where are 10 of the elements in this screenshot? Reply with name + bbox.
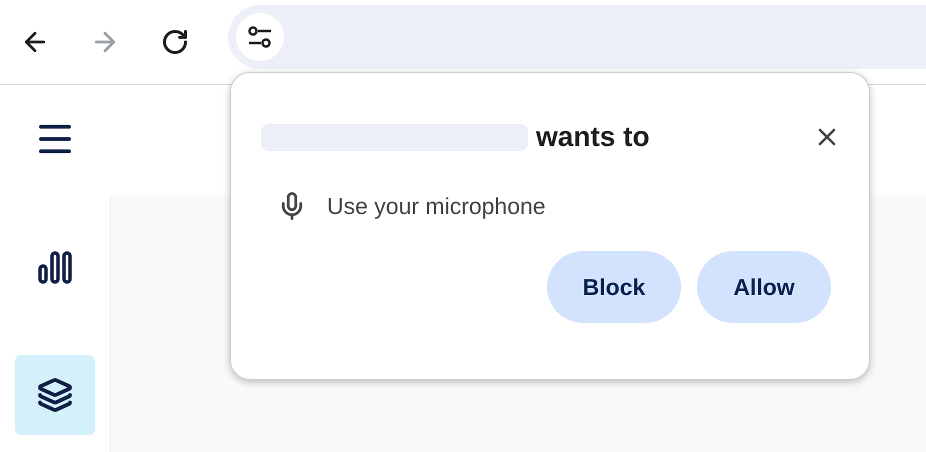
bar-chart-icon <box>37 250 73 284</box>
sidebar-item[interactable] <box>15 355 95 435</box>
dialog-button[interactable]: Block <box>547 251 681 323</box>
tune-icon <box>247 25 273 49</box>
site-settings-button[interactable] <box>236 13 284 61</box>
dialog-button[interactable]: Allow <box>697 251 831 323</box>
reload-icon <box>161 28 189 56</box>
dialog-title: wants to <box>536 121 650 153</box>
layers-icon <box>37 377 73 413</box>
permission-text: Use your microphone <box>327 192 546 220</box>
